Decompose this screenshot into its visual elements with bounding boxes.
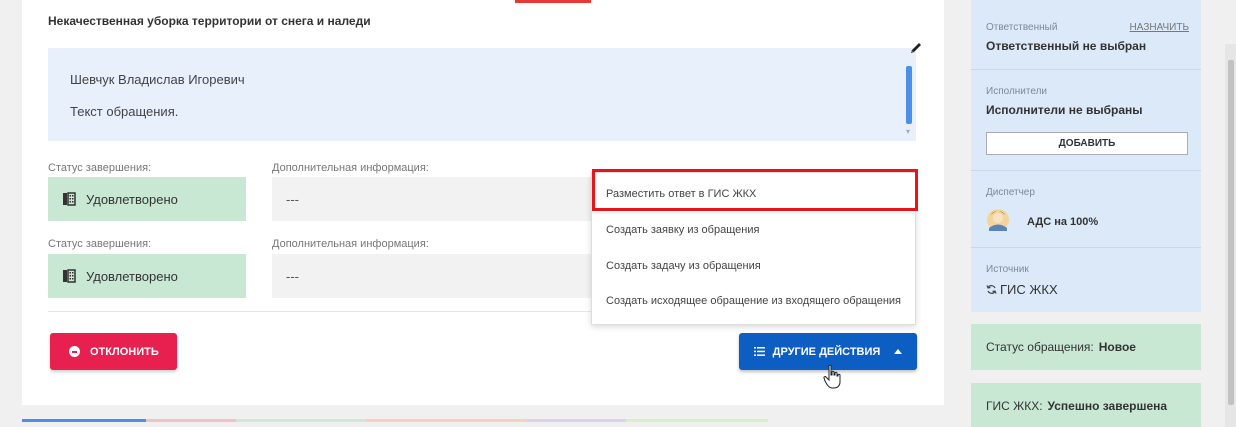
source-text: ГИС ЖКХ [1000, 282, 1058, 297]
source-value: ГИС ЖКХ [986, 282, 1058, 297]
sidebar-separator [971, 247, 1201, 248]
minus-circle-icon [69, 346, 80, 357]
additional-info-value: --- [286, 191, 299, 207]
appeal-status-label: Статус обращения: [986, 340, 1094, 354]
bottom-strip-segment [626, 419, 768, 422]
phone-book-icon [63, 269, 76, 283]
responsible-value: Ответственный не выбран [986, 39, 1147, 53]
menu-separator [592, 213, 915, 214]
add-executor-button[interactable]: ДОБАВИТЬ [986, 132, 1188, 155]
page-scrollbar-thumb[interactable] [1228, 60, 1234, 405]
appeal-title: Некачественная уборка территории от снег… [48, 14, 371, 28]
additional-info-label: Дополнительная информация: [272, 162, 429, 174]
list-icon [753, 347, 765, 356]
bottom-strip-segment [146, 419, 236, 422]
menu-item-create-request[interactable]: Создать заявку из обращения [606, 224, 759, 236]
tab-accent-bar [515, 0, 591, 3]
appeal-message-box: Шевчук Владислав Игоревич Текст обращени… [48, 48, 916, 141]
completion-status-value: Удовлетворено [48, 177, 246, 221]
completion-status-text: Удовлетворено [86, 268, 178, 284]
pencil-icon[interactable] [908, 40, 924, 56]
menu-item-create-outgoing[interactable]: Создать исходящее обращение из входящего… [606, 295, 901, 307]
sync-icon [986, 285, 997, 294]
reject-button-label: ОТКЛОНИТЬ [90, 345, 159, 358]
executors-label: Исполнители [986, 86, 1048, 97]
gis-status-card: ГИС ЖКХ: Успешно завершена [971, 383, 1201, 427]
message-scrollbar[interactable]: ▾ [904, 62, 914, 136]
completion-status-label: Статус завершения: [48, 238, 152, 250]
dispatcher-value: АДС на 100% [1027, 216, 1099, 228]
hand-cursor-icon [823, 364, 841, 389]
additional-info-value: --- [286, 268, 299, 284]
executors-value: Исполнители не выбраны [986, 103, 1143, 117]
other-actions-label: ДРУГИЕ ДЕЙСТВИЯ [772, 345, 881, 358]
avatar-icon [987, 209, 1009, 231]
phone-book-icon [63, 192, 76, 206]
appeal-status-card: Статус обращения: Новое [971, 324, 1201, 370]
source-label: Источник [986, 264, 1029, 275]
bottom-strip-segment [236, 419, 366, 422]
completion-status-value: Удовлетворено [48, 254, 246, 298]
responsible-label: Ответственный [986, 22, 1058, 33]
additional-info-label: Дополнительная информация: [272, 238, 429, 250]
dispatcher-label: Диспетчер [986, 187, 1035, 198]
gis-status-value: Успешно завершена [1047, 399, 1168, 413]
gis-status-label: ГИС ЖКХ: [986, 399, 1043, 413]
appeal-author: Шевчук Владислав Игоревич [70, 72, 245, 87]
assign-link[interactable]: НАЗНАЧИТЬ [1130, 22, 1189, 33]
message-scrollbar-thumb[interactable] [906, 66, 912, 124]
scroll-down-arrow-icon[interactable]: ▾ [906, 127, 910, 136]
bottom-strip-segment [366, 419, 526, 422]
sidebar-separator [971, 170, 1201, 171]
reject-button[interactable]: ОТКЛОНИТЬ [50, 333, 177, 370]
additional-info-field[interactable]: --- [272, 254, 602, 298]
bottom-strip-segment [526, 419, 626, 422]
menu-item-create-task[interactable]: Создать задачу из обращения [606, 260, 761, 272]
highlight-frame [592, 169, 918, 211]
bottom-strip-segment [22, 419, 146, 422]
sidebar-separator [971, 69, 1201, 70]
completion-status-text: Удовлетворено [86, 191, 178, 207]
completion-status-label: Статус завершения: [48, 162, 152, 174]
appeal-text: Текст обращения. [70, 104, 179, 119]
caret-up-icon [894, 349, 903, 354]
additional-info-field[interactable]: --- [272, 177, 602, 221]
appeal-status-value: Новое [1098, 340, 1136, 354]
appeal-sidebar: Ответственный НАЗНАЧИТЬ Ответственный не… [971, 0, 1201, 312]
